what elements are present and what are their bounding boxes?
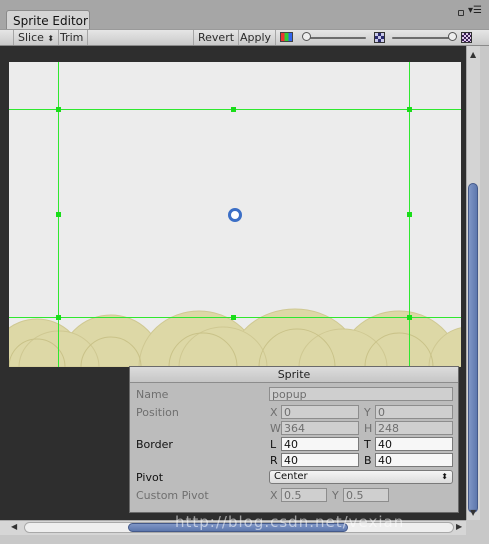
revert-button[interactable]: Revert (193, 30, 240, 45)
h-label: H (364, 422, 373, 435)
width-field: 364 (281, 421, 359, 435)
position-x-field: 0 (281, 405, 359, 419)
handle-top-right[interactable] (407, 107, 412, 112)
x-label: X (270, 406, 278, 419)
handle-bottom[interactable] (231, 315, 236, 320)
border-label: Border (136, 438, 173, 451)
custom-pivot-y-field: 0.5 (343, 488, 389, 502)
handle-bottom-left[interactable] (56, 315, 61, 320)
custom-pivot-x-label: X (270, 489, 278, 502)
handle-right[interactable] (407, 212, 412, 217)
toolbar: Slice ⬍ Trim Revert Apply (0, 29, 489, 46)
vertical-scroll-thumb[interactable] (468, 183, 478, 513)
tab-sprite-editor[interactable]: Sprite Editor (6, 10, 90, 29)
mip-slider-knob[interactable] (448, 32, 457, 41)
border-left-field[interactable]: 40 (281, 437, 359, 451)
dropdown-arrows-icon: ⬍ (47, 34, 55, 43)
mip-checker-icon[interactable] (461, 32, 472, 43)
trim-button[interactable]: Trim (56, 30, 89, 45)
handle-left[interactable] (56, 212, 61, 217)
zoom-slider-knob[interactable] (302, 32, 311, 41)
sprite-texture[interactable] (9, 62, 461, 367)
t-label: T (364, 438, 371, 451)
alpha-checker-icon[interactable] (374, 32, 385, 43)
scroll-down-arrow-icon[interactable]: ▼ (470, 508, 476, 517)
y-label: Y (364, 406, 371, 419)
r-label: R (270, 454, 278, 467)
lock-icon[interactable] (458, 10, 464, 16)
window-menu-icon[interactable]: ▾☰ (468, 6, 482, 16)
pivot-label: Pivot (136, 471, 164, 484)
border-top-field[interactable]: 40 (375, 437, 453, 451)
custom-pivot-x-field: 0.5 (281, 488, 327, 502)
border-right-field[interactable]: 40 (281, 453, 359, 467)
border-bottom-field[interactable]: 40 (375, 453, 453, 467)
b-label: B (364, 454, 372, 467)
scroll-right-arrow-icon[interactable]: ▶ (456, 522, 462, 531)
color-channels-icon[interactable] (280, 32, 293, 42)
pivot-dropdown[interactable]: Center ⬍ (269, 470, 453, 484)
handle-top[interactable] (231, 107, 236, 112)
apply-button[interactable]: Apply (236, 30, 277, 45)
watermark-text: http://blog.csdn.net/vexian (175, 513, 405, 531)
name-field: popup (269, 387, 453, 401)
slice-button[interactable]: Slice ⬍ (13, 30, 60, 45)
pivot-handle[interactable] (228, 208, 242, 222)
l-label: L (270, 438, 277, 451)
scroll-up-arrow-icon[interactable]: ▲ (470, 50, 476, 59)
height-field: 248 (375, 421, 453, 435)
sprite-inspector-panel: Sprite Name popup Position X 0 Y 0 W 364… (129, 366, 459, 513)
custom-pivot-y-label: Y (332, 489, 339, 502)
panel-title: Sprite (130, 367, 458, 383)
handle-bottom-right[interactable] (407, 315, 412, 320)
zoom-slider-track[interactable] (306, 37, 366, 39)
handle-top-left[interactable] (56, 107, 61, 112)
scroll-left-arrow-icon[interactable]: ◀ (11, 522, 17, 531)
custom-pivot-label: Custom Pivot (136, 489, 209, 502)
w-label: W (270, 422, 281, 435)
name-label: Name (136, 388, 169, 401)
dropdown-arrows-icon: ⬍ (441, 472, 448, 481)
tab-title: Sprite Editor (13, 14, 88, 28)
position-label: Position (136, 406, 179, 419)
position-y-field: 0 (375, 405, 453, 419)
mip-slider-track[interactable] (392, 37, 452, 39)
